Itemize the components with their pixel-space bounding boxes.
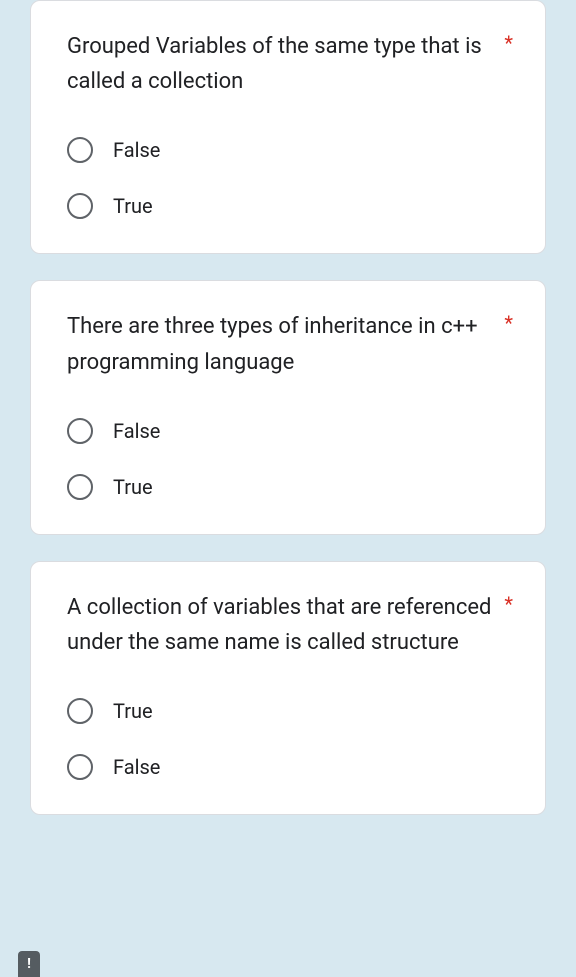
question-card-2: There are three types of inheritance in … xyxy=(30,280,546,534)
required-marker: * xyxy=(504,29,513,53)
question-content: There are three types of inheritance in … xyxy=(67,309,496,379)
radio-circle-icon xyxy=(67,418,93,444)
option-label: True xyxy=(113,699,153,723)
question-card-3: A collection of variables that are refer… xyxy=(30,561,546,815)
radio-option-false[interactable]: False xyxy=(67,418,513,444)
radio-option-true[interactable]: True xyxy=(67,193,513,219)
radio-circle-icon xyxy=(67,754,93,780)
option-label: True xyxy=(113,194,153,218)
radio-option-false[interactable]: False xyxy=(67,137,513,163)
radio-circle-icon xyxy=(67,193,93,219)
exclamation-icon: ! xyxy=(27,956,31,972)
question-text: Grouped Variables of the same type that … xyxy=(67,29,513,99)
radio-option-true[interactable]: True xyxy=(67,474,513,500)
question-text: A collection of variables that are refer… xyxy=(67,590,513,660)
option-label: False xyxy=(113,419,160,443)
question-card-1: Grouped Variables of the same type that … xyxy=(30,0,546,254)
error-toast[interactable]: ! xyxy=(18,951,40,977)
question-content: Grouped Variables of the same type that … xyxy=(67,29,496,99)
radio-circle-icon xyxy=(67,698,93,724)
required-marker: * xyxy=(504,590,513,614)
option-label: False xyxy=(113,755,160,779)
question-content: A collection of variables that are refer… xyxy=(67,590,496,660)
option-label: False xyxy=(113,138,160,162)
question-text: There are three types of inheritance in … xyxy=(67,309,513,379)
option-label: True xyxy=(113,475,153,499)
radio-circle-icon xyxy=(67,137,93,163)
radio-option-false[interactable]: False xyxy=(67,754,513,780)
required-marker: * xyxy=(504,309,513,333)
radio-circle-icon xyxy=(67,474,93,500)
radio-option-true[interactable]: True xyxy=(67,698,513,724)
